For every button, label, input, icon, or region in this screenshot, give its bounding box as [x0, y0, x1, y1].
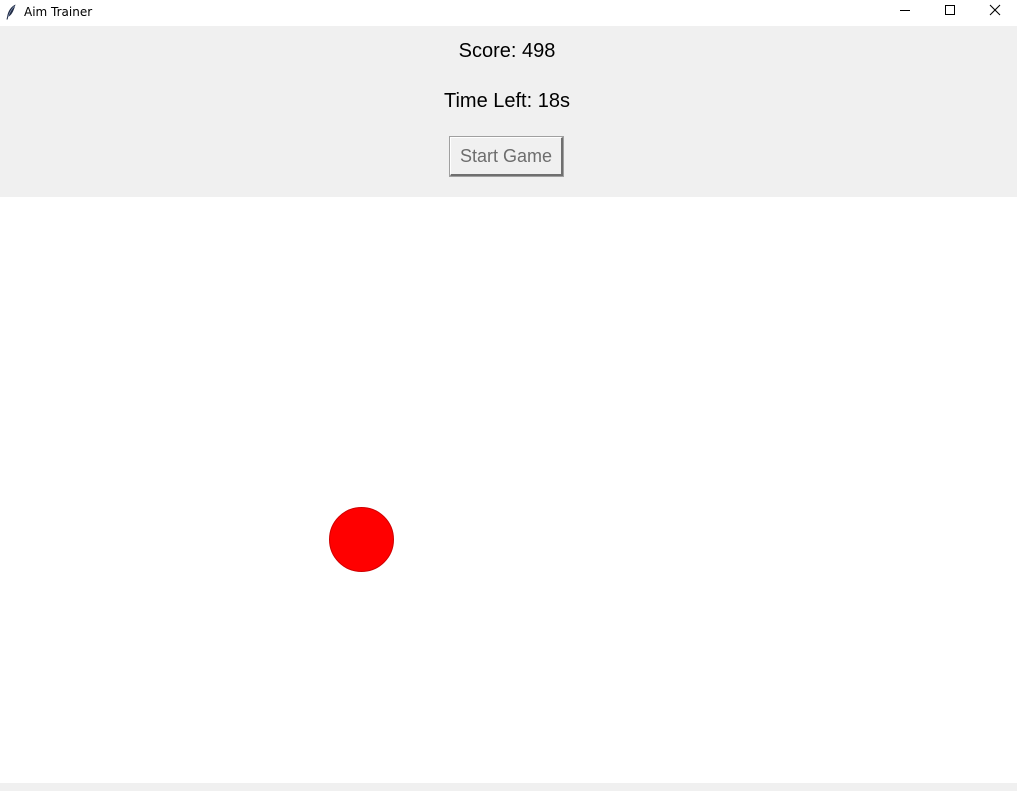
- start-game-button[interactable]: Start Game: [449, 136, 564, 177]
- maximize-icon: [944, 3, 956, 21]
- minimize-icon: [899, 3, 911, 21]
- bottom-strip: [0, 783, 1017, 791]
- title-bar[interactable]: Aim Trainer: [0, 0, 1017, 26]
- window-title: Aim Trainer: [24, 5, 93, 19]
- close-button[interactable]: [972, 0, 1017, 24]
- control-panel: Score: 498 Time Left: 18s Start Game: [0, 26, 1017, 197]
- minimize-button[interactable]: [882, 0, 928, 24]
- time-left-label: Time Left: 18s: [444, 90, 570, 112]
- app-window: Aim Trainer Score: 498 Time Left: 18s St…: [0, 0, 1017, 791]
- close-icon: [989, 3, 1001, 21]
- maximize-button[interactable]: [927, 0, 973, 24]
- target-circle[interactable]: [329, 507, 394, 572]
- game-canvas[interactable]: [0, 197, 1017, 783]
- feather-icon: [5, 4, 17, 20]
- score-label: Score: 498: [458, 40, 556, 62]
